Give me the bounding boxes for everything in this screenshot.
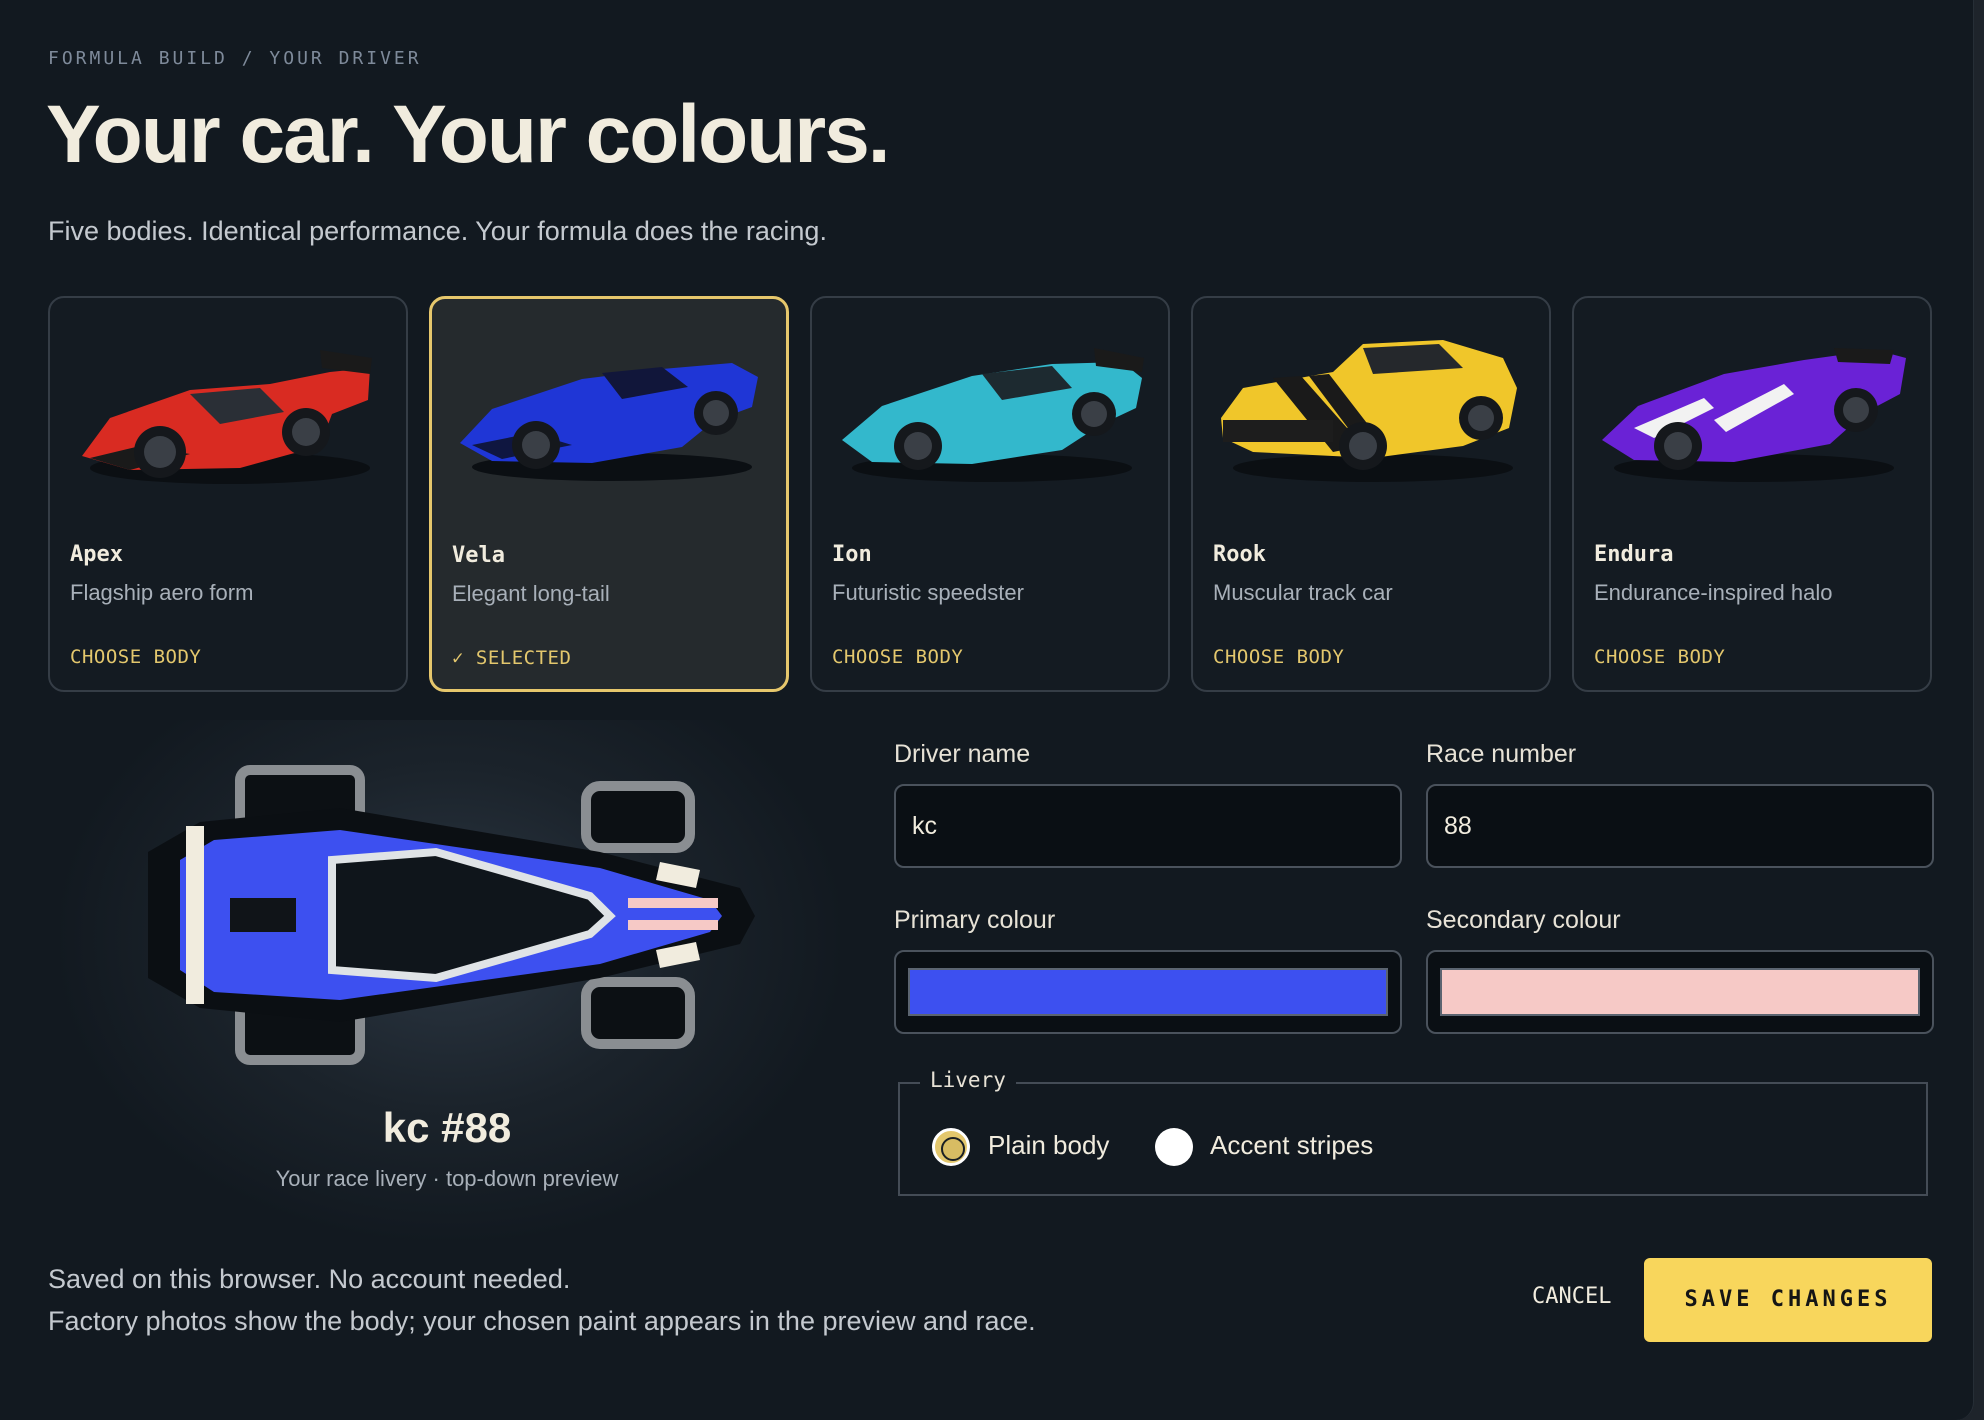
car-topdown-preview — [148, 765, 755, 1065]
secondary-colour-swatch — [1440, 968, 1920, 1016]
livery-radio-stripes[interactable] — [1155, 1128, 1193, 1166]
choose-body-button[interactable]: CHOOSE BODY — [832, 646, 963, 668]
body-name: Vela — [452, 543, 505, 568]
choose-body-button[interactable]: CHOOSE BODY — [1594, 646, 1725, 668]
page-subtitle: Five bodies. Identical performance. Your… — [48, 216, 827, 246]
choose-body-button[interactable]: CHOOSE BODY — [1213, 646, 1344, 668]
footer-note-saved: Saved on this browser. No account needed… — [48, 1264, 571, 1294]
livery-legend: Livery — [920, 1068, 1016, 1092]
page-title: Your car. Your colours. — [46, 89, 891, 180]
primary-colour-picker[interactable] — [894, 950, 1402, 1034]
driver-name-label: Driver name — [894, 740, 1031, 768]
choose-body-button[interactable]: CHOOSE BODY — [70, 646, 201, 668]
secondary-colour-label: Secondary colour — [1426, 906, 1621, 934]
driver-name-input[interactable]: kc — [894, 784, 1402, 868]
body-card-endura[interactable]: Endura Endurance-inspired halo CHOOSE BO… — [1572, 296, 1932, 692]
car-photo-ion — [842, 348, 1144, 482]
body-card-list: Apex Flagship aero form CHOOSE BODY Vela… — [48, 296, 1932, 692]
race-number-label: Race number — [1426, 740, 1577, 768]
primary-colour-swatch — [908, 968, 1388, 1016]
body-name: Rook — [1213, 542, 1266, 567]
breadcrumb: FORMULA BUILD / YOUR DRIVER — [48, 48, 422, 69]
livery-option-stripes[interactable]: Accent stripes — [1210, 1130, 1373, 1161]
secondary-colour-picker[interactable] — [1426, 950, 1934, 1034]
body-card-rook[interactable]: Rook Muscular track car CHOOSE BODY — [1191, 296, 1551, 692]
body-name: Apex — [70, 542, 123, 567]
car-photo-apex — [82, 350, 372, 484]
body-card-ion[interactable]: Ion Futuristic speedster CHOOSE BODY — [810, 296, 1170, 692]
cancel-button[interactable]: CANCEL — [1532, 1284, 1611, 1309]
body-card-apex[interactable]: Apex Flagship aero form CHOOSE BODY — [48, 296, 408, 692]
race-number-input[interactable]: 88 — [1426, 784, 1934, 868]
body-description: Futuristic speedster — [832, 580, 1024, 605]
car-photo-vela — [460, 363, 758, 481]
preview-driver-label: kc #88 — [382, 1104, 512, 1151]
footer-note-paint: Factory photos show the body; your chose… — [48, 1306, 1036, 1336]
body-description: Flagship aero form — [70, 580, 254, 605]
car-photo-endura — [1602, 348, 1906, 482]
car-photo-rook — [1221, 340, 1517, 482]
driver-panel: FORMULA BUILD / YOUR DRIVER Your car. Yo… — [0, 0, 1974, 1420]
livery-option-plain[interactable]: Plain body — [988, 1130, 1109, 1161]
body-description: Endurance-inspired halo — [1594, 580, 1833, 605]
body-description: Elegant long-tail — [452, 581, 610, 606]
preview-caption: Your race livery · top-down preview — [275, 1166, 619, 1191]
body-name: Ion — [832, 542, 872, 567]
selected-indicator[interactable]: ✓ SELECTED — [452, 647, 571, 669]
livery-radio-plain[interactable] — [932, 1128, 970, 1166]
body-card-vela[interactable]: Vela Elegant long-tail ✓ SELECTED — [429, 296, 789, 692]
primary-colour-label: Primary colour — [894, 906, 1056, 934]
body-name: Endura — [1594, 542, 1674, 567]
save-changes-button[interactable]: SAVE CHANGES — [1644, 1258, 1932, 1342]
body-description: Muscular track car — [1213, 580, 1393, 605]
